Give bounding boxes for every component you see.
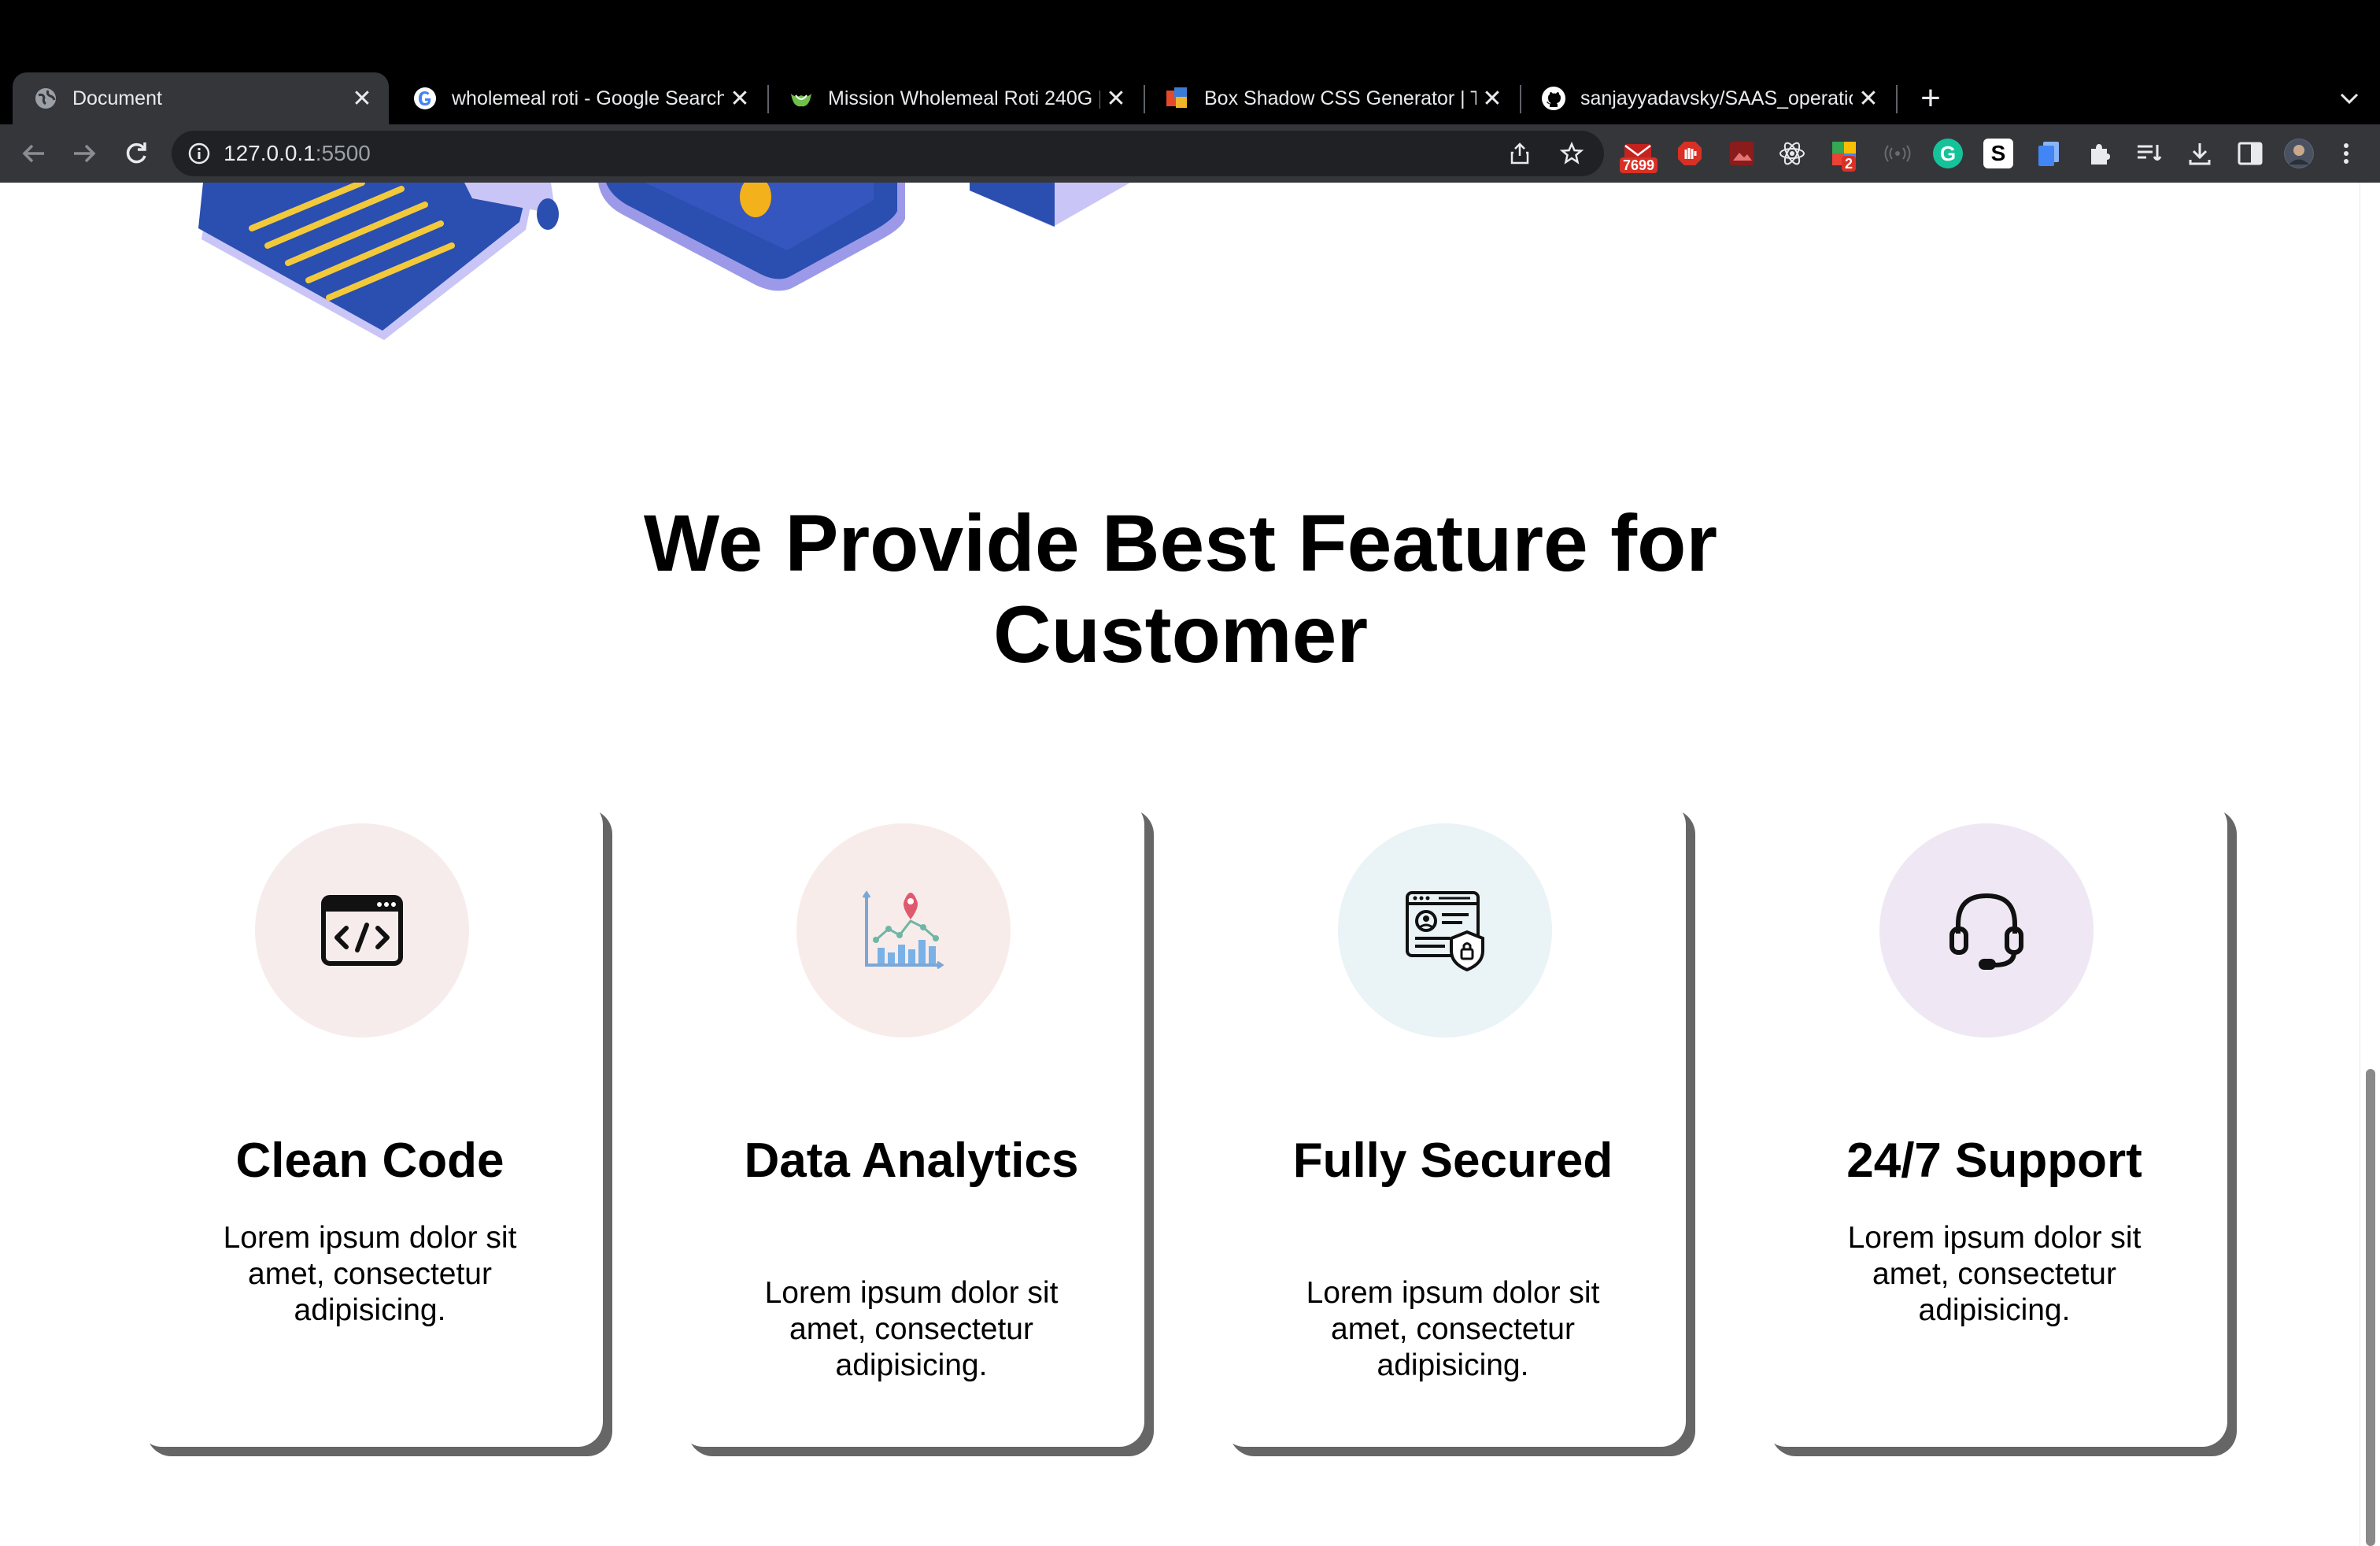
- back-button[interactable]: [14, 134, 54, 173]
- info-icon: [188, 142, 210, 165]
- hero-illustration: [198, 183, 1130, 340]
- feature-icon-circle: [255, 823, 469, 1037]
- mail-badge: 7699: [1620, 157, 1658, 173]
- reload-button[interactable]: [116, 134, 156, 173]
- tab-title: sanjayyadavsky/SAAS_operatio: [1580, 87, 1853, 109]
- github-icon: [1541, 86, 1566, 111]
- tab-title: wholemeal roti - Google Search: [452, 87, 724, 109]
- page-scrollbar[interactable]: [2360, 183, 2380, 1546]
- url-host: 127.0.0.1: [224, 141, 316, 165]
- url-port: :5500: [315, 141, 371, 165]
- grammarly-icon[interactable]: G: [1933, 139, 1963, 168]
- feature-card-description: Lorem ipsum dolor sit amet, consectetur …: [223, 1221, 517, 1327]
- docs-extension-icon[interactable]: [2034, 139, 2064, 168]
- more-menu-icon[interactable]: [2331, 139, 2361, 168]
- close-icon[interactable]: ✕: [724, 85, 756, 113]
- browser-toolbar: 127.0.0.1:5500 7699 2 G S: [0, 124, 2380, 183]
- tab-title: Box Shadow CSS Generator | Th: [1204, 87, 1476, 109]
- arrow-right-icon: [74, 144, 96, 163]
- download-icon[interactable]: [2185, 139, 2215, 168]
- forward-button[interactable]: [65, 134, 104, 173]
- feature-card-description: Lorem ipsum dolor sit amet, consectetur …: [1306, 1276, 1600, 1382]
- google-icon: [412, 86, 438, 111]
- woolworths-icon: [789, 86, 814, 111]
- chevron-down-icon: [2340, 93, 2359, 105]
- code-window-icon: [321, 895, 403, 966]
- close-icon[interactable]: ✕: [1100, 85, 1132, 113]
- feature-card-title: 24/7 Support: [1846, 1134, 2142, 1188]
- bookmark-star-icon[interactable]: [1560, 142, 1584, 165]
- feature-card-description: Lorem ipsum dolor sit amet, consectetur …: [1847, 1221, 2142, 1327]
- tab-title: Document: [72, 87, 162, 109]
- feature-card-title: Clean Code: [235, 1134, 504, 1188]
- arrow-left-icon: [22, 144, 44, 163]
- feature-card-fully-secured: Fully Secured Lorem ipsum dolor sit amet…: [1220, 800, 1686, 1447]
- tab-search-button[interactable]: [2330, 79, 2369, 118]
- reload-icon: [126, 142, 146, 164]
- tab-title: Mission Wholemeal Roti 240G | W: [828, 87, 1100, 109]
- secure-profile-icon: [1406, 891, 1484, 971]
- tab-document[interactable]: Document ✕: [13, 72, 389, 124]
- close-icon[interactable]: ✕: [346, 85, 378, 113]
- tab-google-search[interactable]: wholemeal roti - Google Search ✕: [392, 72, 767, 124]
- page-viewport: We Provide Best Feature for Customer Cle…: [0, 183, 2380, 1546]
- side-panel-icon[interactable]: [2235, 139, 2265, 168]
- tab-box-shadow-generator[interactable]: Box Shadow CSS Generator | Th ✕: [1144, 72, 1519, 124]
- feature-card-support: 24/7 Support Lorem ipsum dolor sit amet,…: [1761, 800, 2227, 1447]
- globe-icon: [33, 86, 58, 111]
- headset-icon: [1949, 893, 2023, 970]
- react-devtools-icon[interactable]: [1777, 139, 1807, 168]
- feature-card-title: Data Analytics: [744, 1134, 1079, 1188]
- feature-icon-circle: [796, 823, 1011, 1037]
- address-bar[interactable]: 127.0.0.1:5500: [172, 131, 1604, 176]
- broadcast-extension-icon[interactable]: [1883, 139, 1913, 168]
- profile-avatar[interactable]: [2284, 139, 2314, 168]
- puzzle-extensions-icon[interactable]: [2084, 139, 2114, 168]
- tab-mission-roti[interactable]: Mission Wholemeal Roti 240G | W ✕: [768, 72, 1143, 124]
- close-icon[interactable]: ✕: [1476, 85, 1508, 113]
- tab-github-repo[interactable]: sanjayyadavsky/SAAS_operatio ✕: [1521, 72, 1895, 124]
- close-icon[interactable]: ✕: [1853, 85, 1884, 113]
- grid-extension-icon[interactable]: 2: [1829, 139, 1859, 172]
- feature-card-clean-code: Clean Code Lorem ipsum dolor sit amet, c…: [137, 800, 603, 1447]
- reading-list-icon[interactable]: [2134, 139, 2164, 168]
- analytics-chart-icon: [862, 890, 944, 970]
- s-extension-icon[interactable]: S: [1983, 139, 2013, 168]
- tab-divider: [1896, 85, 1898, 113]
- scrollbar-thumb[interactable]: [2366, 1069, 2375, 1546]
- feature-icon-circle: [1338, 823, 1552, 1037]
- feature-card-data-analytics: Data Analytics Lorem ipsum dolor sit ame…: [678, 800, 1144, 1447]
- grid-badge: 2: [1842, 156, 1857, 172]
- adblock-extension-icon[interactable]: [1675, 139, 1705, 168]
- mail-extension-icon[interactable]: 7699: [1620, 139, 1658, 173]
- feature-card-description: Lorem ipsum dolor sit amet, consectetur …: [764, 1276, 1059, 1382]
- new-tab-button[interactable]: +: [1911, 79, 1950, 118]
- image-extension-icon[interactable]: [1727, 139, 1757, 168]
- feature-icon-circle: [1879, 823, 2094, 1037]
- url-text: 127.0.0.1:5500: [224, 141, 371, 166]
- share-icon[interactable]: [1508, 142, 1532, 165]
- features-section-title: We Provide Best Feature for Customer: [643, 498, 1718, 679]
- feature-card-title: Fully Secured: [1292, 1134, 1613, 1188]
- cssmatic-icon: [1165, 86, 1190, 111]
- browser-tab-strip: Document ✕ wholemeal roti - Google Searc…: [0, 0, 2380, 124]
